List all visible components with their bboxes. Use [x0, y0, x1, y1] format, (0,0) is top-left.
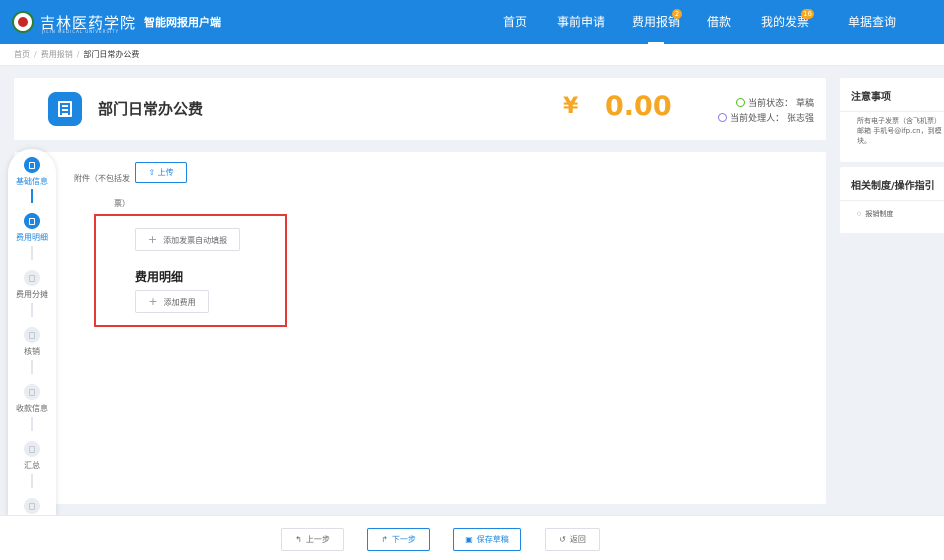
return-icon: ↺: [559, 535, 566, 544]
app-name: 智能网报用户端: [144, 16, 222, 29]
step-label: 收款信息: [16, 404, 48, 413]
add-expense-label: 添加费用: [163, 298, 196, 307]
logo-subtitle: JILIN MEDICAL UNIVERSITY: [42, 29, 120, 34]
check-icon: [24, 498, 40, 514]
breadcrumb-home[interactable]: 首页: [14, 50, 30, 59]
document-header-card: 部门日常办公费 ¥ 0.00 当前状态： 草稿 当前处理人： 张志强: [14, 78, 826, 140]
top-navbar: 吉林医药学院 JILIN MEDICAL UNIVERSITY 智能网报用户端 …: [0, 0, 944, 44]
step-label: 基础信息: [16, 177, 48, 186]
attachment-label: 附件（不包括发票）: [74, 174, 130, 208]
return-button[interactable]: ↺ 返回: [545, 528, 600, 551]
document-icon: [24, 157, 40, 173]
nav-my-invoices[interactable]: 我的发票: [761, 0, 809, 44]
handler-value: 张志强: [786, 114, 814, 124]
next-label: 下一步: [391, 535, 416, 544]
step-write-off[interactable]: 核销: [8, 327, 56, 357]
next-step-button[interactable]: ↱ 下一步: [367, 528, 430, 551]
yen-icon: ¥: [563, 94, 578, 119]
step-connector: [31, 417, 33, 431]
building-icon: [48, 92, 82, 126]
write-off-icon: [24, 327, 40, 343]
upload-label: 上传: [157, 168, 174, 177]
university-logo[interactable]: 吉林医药学院 JILIN MEDICAL UNIVERSITY 智能网报用户端: [12, 10, 221, 34]
step-expense-details[interactable]: 费用明细: [8, 213, 56, 243]
add-invoice-autofill-button[interactable]: + 添加发票自动填报: [135, 228, 240, 251]
step-connector: [31, 303, 33, 317]
step-payee-info[interactable]: 收款信息: [8, 384, 56, 414]
prev-step-button[interactable]: ↰ 上一步: [281, 528, 344, 551]
step-label: 费用明细: [16, 233, 48, 242]
main-form-card: [14, 152, 826, 504]
bottom-action-bar: ↰ 上一步 ↱ 下一步 ▣ 保存草稿 ↺ 返回: [0, 515, 944, 560]
invoices-badge: 16: [801, 9, 814, 19]
arrow-forward-icon: ↱: [381, 535, 388, 544]
add-invoice-label: 添加发票自动填报: [163, 236, 228, 245]
return-label: 返回: [569, 535, 586, 544]
upload-button[interactable]: ⇧ 上传: [135, 162, 187, 183]
reimbursement-badge: 2: [672, 9, 682, 19]
save-label: 保存草稿: [476, 535, 509, 544]
section-title: 费用明细: [135, 270, 184, 284]
university-seal-icon: [12, 11, 34, 33]
status-label: 当前状态：: [748, 99, 794, 109]
plus-icon: +: [147, 233, 158, 246]
policy-panel: 相关制度/操作指引 报销制度: [840, 167, 944, 233]
total-amount: 0.00: [605, 91, 672, 122]
payee-icon: [24, 384, 40, 400]
allocation-icon: [24, 270, 40, 286]
notice-title: 注意事项: [851, 92, 891, 103]
upload-icon: ⇧: [148, 168, 156, 177]
step-summary[interactable]: 汇总: [8, 441, 56, 471]
step-label: 费用分摊: [16, 290, 48, 299]
handler-label: 当前处理人：: [730, 114, 785, 124]
step-connector: [31, 246, 33, 260]
nav-document-query[interactable]: 单据查询: [848, 0, 896, 44]
page-title: 部门日常办公费: [98, 100, 204, 118]
nav-expense-reimbursement[interactable]: 费用报销: [632, 0, 680, 44]
clock-icon: [736, 98, 746, 107]
step-expense-allocation[interactable]: 费用分摊: [8, 270, 56, 300]
step-progress: 基础信息 费用明细 费用分摊 核销 收款信息 汇总 完成: [8, 149, 56, 537]
nav-pre-application[interactable]: 事前申请: [557, 0, 605, 44]
breadcrumb-current: 部门日常办公费: [83, 50, 140, 59]
notice-panel: 注意事项 所有电子发票（含飞机票）邮箱 手机号@ifp.cn，到模块。: [840, 78, 944, 162]
user-icon: [718, 113, 728, 122]
notice-text: 所有电子发票（含飞机票）邮箱 手机号@ifp.cn，到模块。: [857, 117, 942, 145]
nav-loan[interactable]: 借款: [707, 0, 731, 44]
policy-link[interactable]: 报销制度: [840, 201, 944, 219]
add-expense-button[interactable]: + 添加费用: [135, 290, 209, 313]
policy-title: 相关制度/操作指引: [851, 181, 935, 192]
step-label: 核销: [24, 347, 40, 356]
status-value: 草稿: [795, 99, 814, 109]
current-status: 当前状态： 草稿: [736, 96, 814, 109]
nav-home[interactable]: 首页: [503, 0, 527, 44]
step-connector: [31, 474, 33, 488]
summary-icon: [24, 441, 40, 457]
step-basic-info[interactable]: 基础信息: [8, 157, 56, 187]
step-connector: [31, 360, 33, 374]
step-label: 汇总: [24, 461, 40, 470]
breadcrumb-reimbursement[interactable]: 费用报销: [41, 50, 73, 59]
arrow-back-icon: ↰: [295, 535, 302, 544]
current-handler: 当前处理人： 张志强: [718, 111, 814, 124]
plus-icon: +: [148, 295, 158, 308]
list-icon: [24, 213, 40, 229]
save-icon: ▣: [465, 535, 473, 544]
step-connector: [31, 189, 33, 203]
breadcrumb: 首页 / 费用报销 / 部门日常办公费: [0, 44, 944, 66]
save-draft-button[interactable]: ▣ 保存草稿: [453, 528, 521, 551]
prev-label: 上一步: [305, 535, 330, 544]
